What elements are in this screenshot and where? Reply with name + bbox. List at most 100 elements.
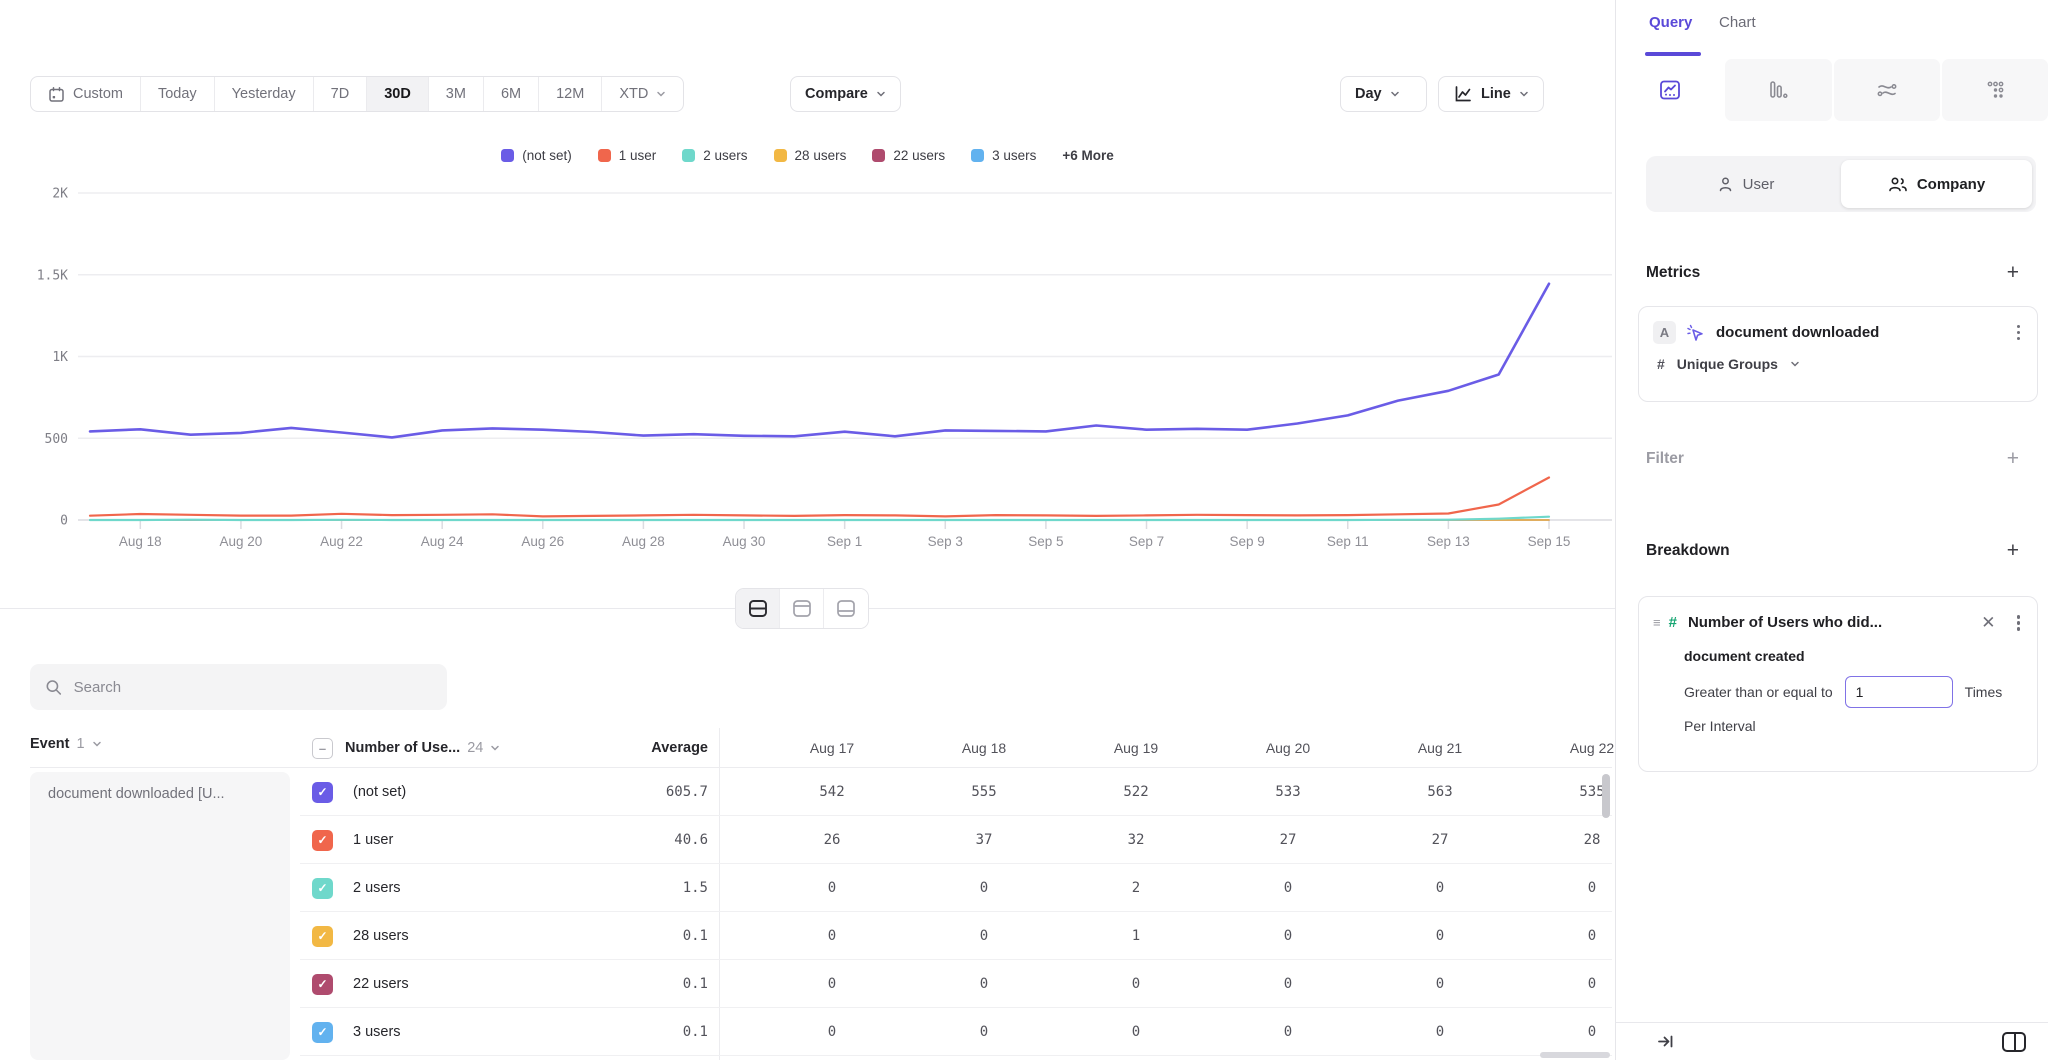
cell-value: 0 [1212, 928, 1364, 944]
company-toggle-option[interactable]: Company [1841, 160, 2032, 208]
per-interval-label: Per Interval [1684, 718, 2023, 734]
svg-text:Aug 22: Aug 22 [320, 534, 363, 549]
grid-chart-tab[interactable] [1942, 59, 2048, 121]
svg-text:Sep 5: Sep 5 [1028, 534, 1063, 549]
svg-text:Sep 1: Sep 1 [827, 534, 862, 549]
svg-text:1.5K: 1.5K [37, 268, 68, 283]
users-header-label: Number of Use... [340, 740, 460, 756]
active-tab-underline [1645, 52, 1701, 56]
row-label: (not set) [348, 784, 553, 800]
row-checkbox[interactable]: ✓ [312, 974, 333, 995]
cell-value: 0 [756, 976, 908, 992]
add-filter-button[interactable]: + [2007, 448, 2019, 469]
metric-badge: A [1653, 321, 1676, 344]
add-metric-button[interactable]: + [2007, 262, 2019, 283]
breakdown-property-name: Number of Users who did... [1685, 614, 1963, 631]
line-chart-icon [1658, 78, 1682, 102]
select-all-checkbox[interactable]: – [312, 738, 333, 759]
cell-value: 0 [908, 976, 1060, 992]
row-checkbox[interactable]: ✓ [312, 878, 333, 899]
cell-value: 0 [1364, 880, 1516, 896]
split-view-button[interactable] [736, 589, 780, 628]
cell-value: 0 [908, 880, 1060, 896]
cell-value: 0 [1516, 880, 1612, 896]
average-column-header: Average [553, 740, 756, 756]
svg-text:Sep 15: Sep 15 [1528, 534, 1571, 549]
average-value: 0.1 [553, 1024, 756, 1040]
user-icon [1717, 176, 1734, 193]
cell-value: 0 [1060, 1024, 1212, 1040]
user-toggle-option[interactable]: User [1650, 160, 1841, 208]
bar-chart-tab[interactable] [1725, 59, 1831, 121]
row-label: 2 users [348, 880, 553, 896]
chevron-down-icon [1790, 359, 1800, 369]
svg-text:Aug 18: Aug 18 [119, 534, 162, 549]
user-option-label: User [1743, 176, 1775, 193]
cell-value: 37 [908, 832, 1060, 848]
metric-menu-button[interactable] [2014, 322, 2024, 344]
search-input[interactable] [74, 679, 432, 696]
cell-value: 0 [1516, 976, 1612, 992]
close-icon[interactable]: ✕ [1971, 613, 2005, 633]
users-count: 24 [467, 740, 483, 756]
row-label: 28 users [348, 928, 553, 944]
query-sidebar: Query Chart [1615, 0, 2048, 1060]
vertical-scrollbar[interactable] [1602, 774, 1610, 818]
chart-type-switcher [1616, 59, 2048, 121]
svg-text:2K: 2K [52, 187, 68, 202]
sidebar-footer [1616, 1022, 2048, 1060]
row-checkbox[interactable]: ✓ [312, 830, 333, 851]
cell-value: 32 [1060, 832, 1212, 848]
tab-query[interactable]: Query [1649, 14, 1692, 31]
number-property-icon: # [1669, 614, 1677, 631]
metric-event-name: document downloaded [1716, 324, 2004, 341]
cell-value: 27 [1212, 832, 1364, 848]
line-chart-tab[interactable] [1617, 59, 1723, 121]
svg-text:Sep 3: Sep 3 [928, 534, 963, 549]
cell-value: 563 [1364, 784, 1516, 800]
average-value: 40.6 [553, 832, 756, 848]
cell-value: 535 [1516, 784, 1612, 800]
breakdown-event-name: document created [1684, 648, 2023, 664]
toggle-panel-icon[interactable] [2001, 1030, 2027, 1059]
breakdown-menu-button[interactable] [2014, 612, 2024, 634]
cell-value: 0 [756, 880, 908, 896]
event-row-panel[interactable]: document downloaded [U... [30, 772, 290, 1060]
svg-text:Sep 13: Sep 13 [1427, 534, 1470, 549]
average-value: 0.1 [553, 928, 756, 944]
horizontal-scrollbar[interactable] [1540, 1052, 1610, 1058]
cell-value: 542 [756, 784, 908, 800]
row-checkbox[interactable]: ✓ [312, 1022, 333, 1043]
svg-text:500: 500 [45, 432, 68, 447]
date-column-header: Aug 19 [1060, 740, 1212, 756]
bottom-view-button[interactable] [824, 589, 868, 628]
condition-value-input[interactable] [1845, 676, 1953, 708]
tab-chart[interactable]: Chart [1719, 14, 1756, 31]
cell-value: 533 [1212, 784, 1364, 800]
row-label: 1 user [348, 832, 553, 848]
sidebar-tabs: Query Chart [1616, 0, 2048, 59]
cell-value: 26 [756, 832, 908, 848]
svg-text:1K: 1K [52, 350, 68, 365]
cell-value: 0 [908, 928, 1060, 944]
aggregation-select[interactable]: Unique Groups [1677, 356, 1778, 372]
breakdown-card[interactable]: ≡ # Number of Users who did... ✕ documen… [1638, 596, 2038, 772]
row-checkbox[interactable]: ✓ [312, 782, 333, 803]
date-column-header: Aug 21 [1364, 740, 1516, 756]
metric-card[interactable]: A document downloaded # Unique Groups [1638, 306, 2038, 402]
drag-handle-icon[interactable]: ≡ [1653, 618, 1661, 628]
flow-chart-tab[interactable] [1834, 59, 1940, 121]
top-view-button[interactable] [780, 589, 824, 628]
cell-value: 0 [1212, 976, 1364, 992]
cell-value: 0 [1060, 976, 1212, 992]
users-column-header[interactable]: – Number of Use... 24 [312, 738, 553, 759]
condition-label: Greater than or equal to [1684, 684, 1833, 700]
series-1 user [90, 478, 1549, 517]
search-box [30, 664, 447, 710]
metrics-title: Metrics [1646, 264, 1700, 282]
row-checkbox[interactable]: ✓ [312, 926, 333, 947]
collapse-sidebar-icon[interactable] [1656, 1032, 1675, 1056]
cell-value: 0 [1212, 880, 1364, 896]
cell-value: 28 [1516, 832, 1612, 848]
add-breakdown-button[interactable]: + [2007, 540, 2019, 561]
